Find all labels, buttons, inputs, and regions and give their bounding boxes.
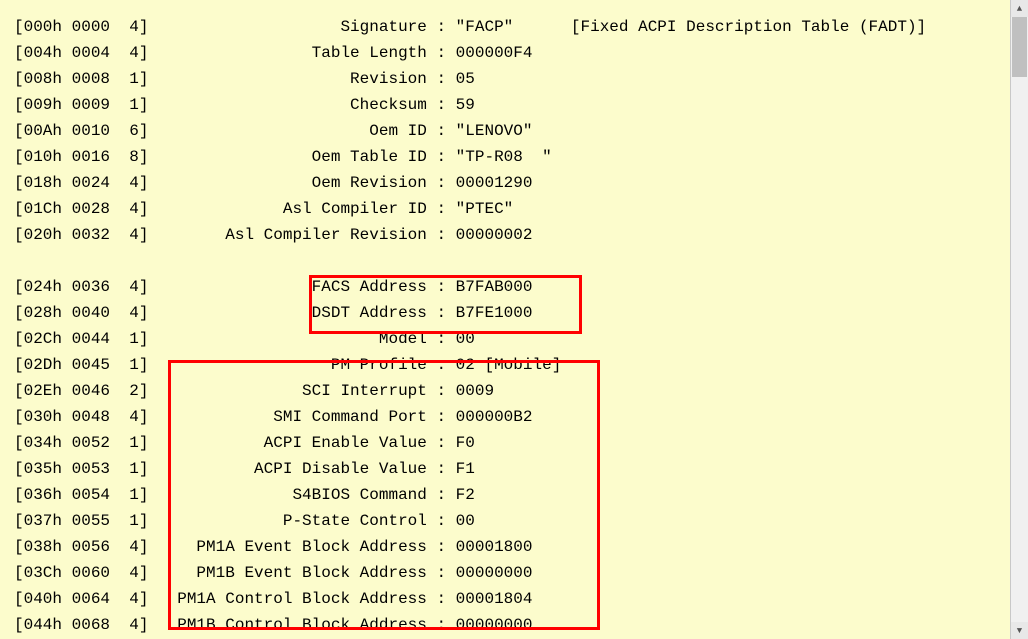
table-row: [018h 0024 4] Oem Revision : 00001290 [14, 170, 1006, 196]
table-row: [02Eh 0046 2] SCI Interrupt : 0009 [14, 378, 1006, 404]
table-row: [030h 0048 4] SMI Command Port : 000000B… [14, 404, 1006, 430]
table-row: [038h 0056 4] PM1A Event Block Address :… [14, 534, 1006, 560]
blank-row [14, 248, 1006, 274]
table-row: [036h 0054 1] S4BIOS Command : F2 [14, 482, 1006, 508]
table-row: [009h 0009 1] Checksum : 59 [14, 92, 1006, 118]
table-row: [010h 0016 8] Oem Table ID : "TP-R08 " [14, 144, 1006, 170]
table-row: [034h 0052 1] ACPI Enable Value : F0 [14, 430, 1006, 456]
scroll-down-button[interactable]: ▼ [1011, 622, 1028, 639]
table-row: [01Ch 0028 4] Asl Compiler ID : "PTEC" [14, 196, 1006, 222]
table-row: [004h 0004 4] Table Length : 000000F4 [14, 40, 1006, 66]
vertical-scrollbar[interactable]: ▲ ▼ [1010, 0, 1028, 639]
scroll-up-button[interactable]: ▲ [1011, 0, 1028, 17]
table-row: [028h 0040 4] DSDT Address : B7FE1000 [14, 300, 1006, 326]
table-row: [037h 0055 1] P-State Control : 00 [14, 508, 1006, 534]
table-row: [044h 0068 4] PM1B Control Block Address… [14, 612, 1006, 638]
table-row: [00Ah 0010 6] Oem ID : "LENOVO" [14, 118, 1006, 144]
table-row: [03Ch 0060 4] PM1B Event Block Address :… [14, 560, 1006, 586]
table-row: [02Dh 0045 1] PM Profile : 02 [Mobile] [14, 352, 1006, 378]
acpi-fadt-dump-text: [000h 0000 4] Signature : "FACP" [Fixed … [0, 0, 1006, 639]
table-row: [040h 0064 4] PM1A Control Block Address… [14, 586, 1006, 612]
table-row: [02Ch 0044 1] Model : 00 [14, 326, 1006, 352]
table-row: [000h 0000 4] Signature : "FACP" [Fixed … [14, 14, 1006, 40]
table-row: [020h 0032 4] Asl Compiler Revision : 00… [14, 222, 1006, 248]
table-row: [035h 0053 1] ACPI Disable Value : F1 [14, 456, 1006, 482]
scrollbar-thumb[interactable] [1012, 17, 1027, 77]
table-row: [024h 0036 4] FACS Address : B7FAB000 [14, 274, 1006, 300]
table-row: [008h 0008 1] Revision : 05 [14, 66, 1006, 92]
